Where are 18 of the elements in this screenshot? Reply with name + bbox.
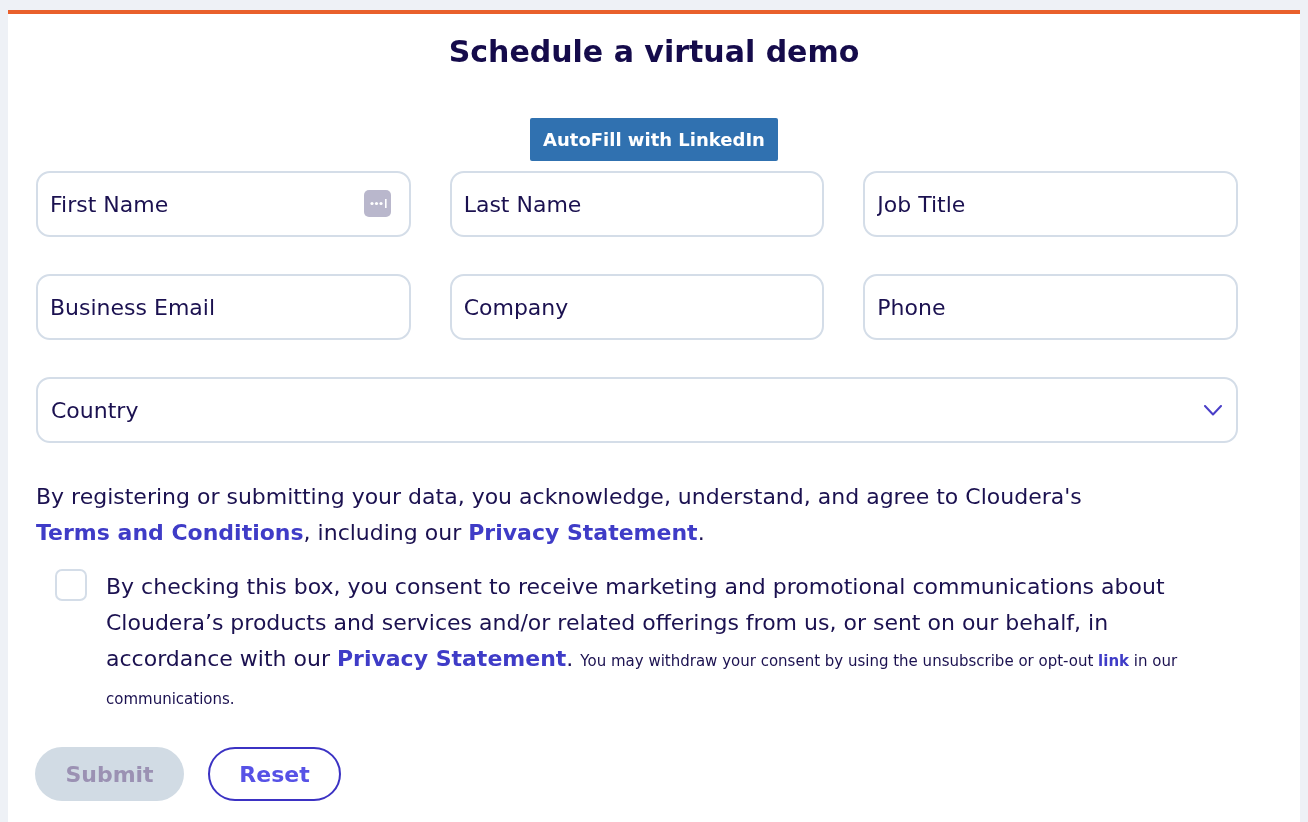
input-field[interactable]: Last Name (449, 171, 825, 237)
inline-link[interactable]: Terms and Conditions (36, 520, 304, 545)
input-field[interactable]: Company (449, 274, 825, 340)
reset-button[interactable]: Reset (208, 747, 341, 801)
inline-link[interactable]: Privacy Statement (336, 646, 567, 671)
form-title: Schedule a virtual demo (448, 33, 860, 71)
country-dropdown[interactable]: Country (36, 377, 1238, 443)
autofill-linkedin-button[interactable]: AutoFill with LinkedIn (530, 118, 778, 161)
dots-icon[interactable] (363, 190, 391, 217)
input-field[interactable]: Business Email (36, 274, 411, 340)
checkbox[interactable] (55, 569, 87, 601)
inline-link[interactable]: link (1098, 652, 1130, 670)
agreement-text: By registering or submitting your data, you acknowledge, understand, and agree to Cloudera's Terms and Conditions, including our Privacy Statement. (36, 483, 1083, 547)
inline-link[interactable]: Privacy Statement (468, 520, 698, 545)
chevron-down-icon (1204, 404, 1222, 416)
consent-text: By checking this box, you consent to receive marketing and promotional communications about Cloudera’s products and services and/or related offerings from us, or sent on our behalf, in accordance with our Privacy Statement. You may withdraw your consent by using the unsubscribe or opt-out link in our communications. (106, 573, 1179, 710)
input-field[interactable]: Phone (863, 274, 1238, 340)
input-field[interactable]: First Name (36, 171, 411, 237)
